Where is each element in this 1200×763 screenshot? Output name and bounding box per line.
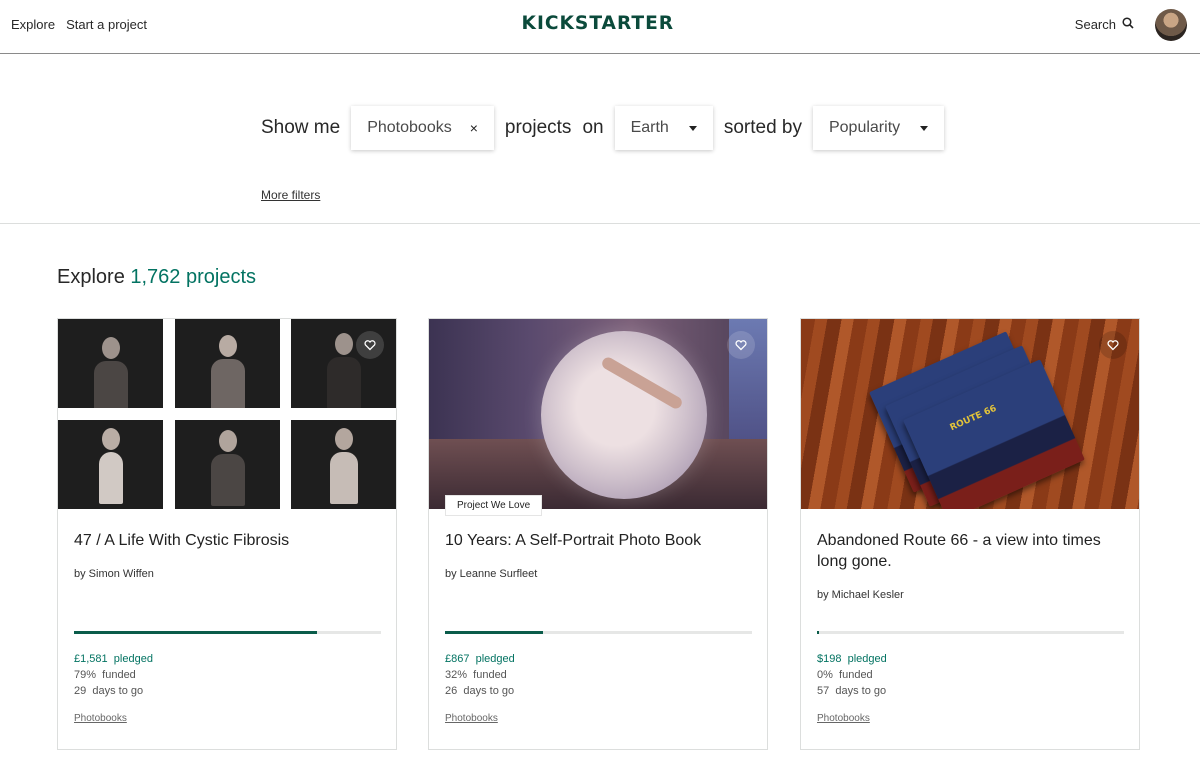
project-image[interactable] xyxy=(429,319,767,509)
project-image[interactable]: ROUTE 66 ROUTE 66 ROUTE 66 xyxy=(801,319,1139,509)
sort-dropdown[interactable]: Popularity xyxy=(812,106,945,150)
pledged-label: pledged xyxy=(113,653,153,665)
top-nav: Explore Start a project KICKSTARTER Sear… xyxy=(0,0,1200,54)
heart-icon[interactable] xyxy=(356,331,384,359)
portrait-photo xyxy=(58,420,163,509)
funding-progress-bar xyxy=(74,631,381,634)
project-stats: $198 pledged 0% funded 57 days to go xyxy=(817,651,887,699)
results-count: 1,762 projects xyxy=(130,266,257,288)
nav-explore-link[interactable]: Explore xyxy=(11,17,55,32)
project-creator[interactable]: by Leanne Surfleet xyxy=(445,568,537,580)
pledged-label: pledged xyxy=(847,653,887,665)
chevron-down-icon xyxy=(920,125,929,131)
funding-progress-bar xyxy=(445,631,752,634)
clear-category-icon[interactable]: × xyxy=(470,120,478,136)
kickstarter-logo[interactable]: KICKSTARTER xyxy=(522,12,675,34)
sort-value: Popularity xyxy=(828,119,901,136)
funded-label: funded xyxy=(473,669,507,681)
show-me-label: Show me xyxy=(261,117,341,138)
category-dropdown[interactable]: Photobooks × xyxy=(351,106,494,150)
project-creator[interactable]: by Michael Kesler xyxy=(817,589,904,601)
funded-label: funded xyxy=(839,669,873,681)
progress-fill xyxy=(445,631,544,634)
user-avatar[interactable] xyxy=(1155,9,1187,41)
category-value: Photobooks xyxy=(367,119,452,136)
days-label: days to go xyxy=(835,685,887,697)
project-title[interactable]: Abandoned Route 66 - a view into times l… xyxy=(817,530,1117,572)
heart-icon[interactable] xyxy=(727,331,755,359)
chevron-down-icon xyxy=(688,125,697,131)
projects-label: projects xyxy=(504,117,572,138)
project-we-love-badge: Project We Love xyxy=(445,495,543,516)
progress-fill xyxy=(817,631,819,634)
category-link[interactable]: Photobooks xyxy=(74,713,127,724)
portrait-photo xyxy=(175,319,280,408)
portrait-photo xyxy=(291,420,396,509)
filter-bar: Show me Photobooks × projects on Earth s… xyxy=(0,54,1200,224)
nav-links: Explore Start a project xyxy=(11,17,147,32)
days-count: 26 xyxy=(445,685,458,697)
project-creator[interactable]: by Simon Wiffen xyxy=(74,568,154,580)
nav-start-project-link[interactable]: Start a project xyxy=(66,17,147,32)
funded-label: funded xyxy=(102,669,136,681)
progress-fill xyxy=(74,631,317,634)
category-link[interactable]: Photobooks xyxy=(817,713,870,724)
portrait-photo xyxy=(58,319,163,408)
project-card[interactable]: 47 / A Life With Cystic Fibrosis by Simo… xyxy=(57,318,397,750)
search-icon xyxy=(1122,17,1134,32)
days-count: 29 xyxy=(74,685,87,697)
category-link[interactable]: Photobooks xyxy=(445,713,498,724)
funding-progress-bar xyxy=(817,631,1124,634)
pledged-amount: $198 xyxy=(817,653,842,665)
funded-percent: 0% xyxy=(817,669,833,681)
days-label: days to go xyxy=(92,685,144,697)
results-heading: Explore 1,762 projects xyxy=(57,266,256,289)
results-prefix: Explore xyxy=(57,266,125,288)
search-label: Search xyxy=(1074,17,1116,32)
project-title[interactable]: 47 / A Life With Cystic Fibrosis xyxy=(74,530,374,551)
project-card[interactable]: Project We Love 10 Years: A Self-Portrai… xyxy=(428,318,768,750)
project-title[interactable]: 10 Years: A Self-Portrait Photo Book xyxy=(445,530,745,551)
more-filters-link[interactable]: More filters xyxy=(261,188,320,202)
funded-percent: 79% xyxy=(74,669,97,681)
book-cover-text: ROUTE 66 xyxy=(948,403,999,434)
days-count: 57 xyxy=(817,685,830,697)
location-dropdown[interactable]: Earth xyxy=(614,106,713,150)
project-image[interactable] xyxy=(58,319,396,509)
location-value: Earth xyxy=(630,119,669,136)
heart-icon[interactable] xyxy=(1099,331,1127,359)
portrait-photo xyxy=(175,420,280,509)
project-stats: £867 pledged 32% funded 26 days to go xyxy=(445,651,515,699)
pledged-amount: £867 xyxy=(445,653,470,665)
project-stats: £1,581 pledged 79% funded 29 days to go xyxy=(74,651,153,699)
on-label: on xyxy=(582,117,604,138)
sorted-by-label: sorted by xyxy=(723,117,802,138)
days-label: days to go xyxy=(463,685,515,697)
search-button[interactable]: Search xyxy=(1075,17,1134,32)
portrait-photo xyxy=(291,319,396,408)
filter-sentence: Show me Photobooks × projects on Earth s… xyxy=(261,106,955,150)
pledged-label: pledged xyxy=(475,653,515,665)
pledged-amount: £1,581 xyxy=(74,653,108,665)
funded-percent: 32% xyxy=(445,669,468,681)
project-card[interactable]: ROUTE 66 ROUTE 66 ROUTE 66 Abandoned Rou… xyxy=(800,318,1140,750)
